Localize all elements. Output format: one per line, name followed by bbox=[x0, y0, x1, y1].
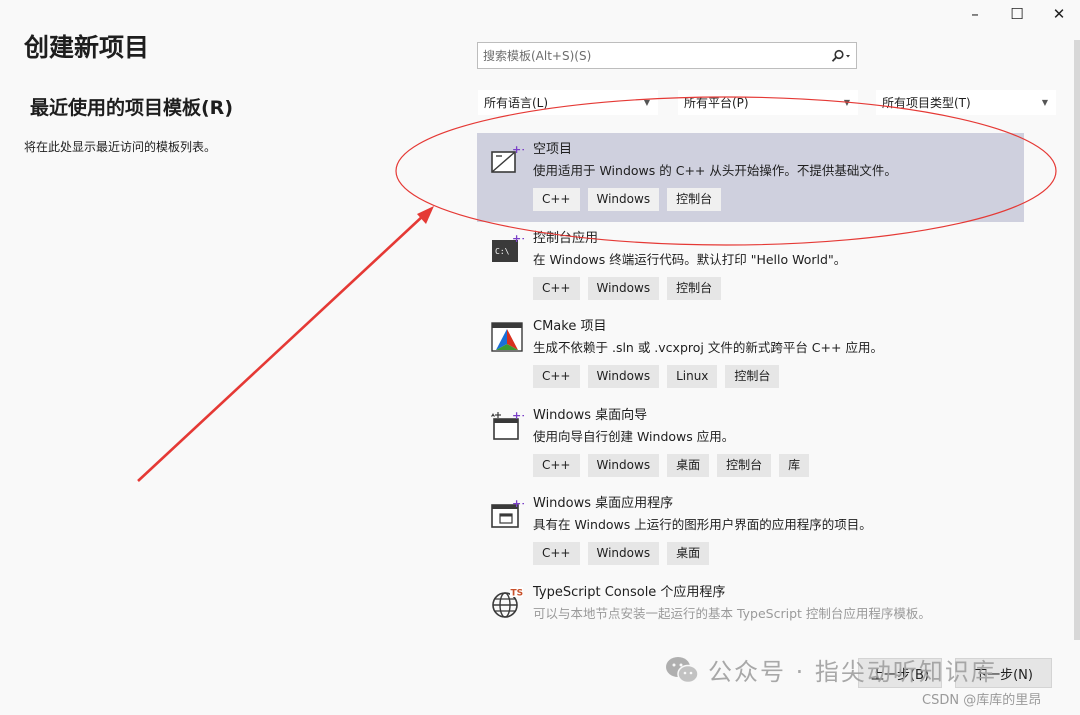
tag-console: 控制台 bbox=[667, 276, 722, 300]
template-tags: C++ Windows 桌面 bbox=[533, 542, 1024, 565]
tag-windows: Windows bbox=[587, 542, 660, 565]
minimize-button[interactable]: – bbox=[954, 2, 996, 26]
platform-filter-label: 所有平台(P) bbox=[684, 96, 749, 110]
template-name: 空项目 bbox=[533, 142, 573, 157]
tag-windows: Windows bbox=[587, 188, 660, 211]
tag-cpp: C++ bbox=[533, 276, 580, 300]
tag-desktop: 桌面 bbox=[667, 453, 710, 477]
template-name: 控制台应用 bbox=[533, 230, 599, 246]
template-description: 具有在 Windows 上运行的图形用户界面的应用程序的项目。 bbox=[533, 517, 872, 532]
template-item-desktop-app[interactable]: ++ Windows 桌面应用程序 具有在 Windows 上运行的图形用户界面… bbox=[477, 487, 1024, 576]
tag-windows: Windows bbox=[587, 276, 660, 300]
page-title: 创建新项目 bbox=[24, 33, 150, 62]
tag-console: 控制台 bbox=[667, 188, 722, 211]
console-app-icon: C:\ ++ bbox=[492, 232, 524, 262]
template-tags: C++ Windows 控制台 bbox=[533, 276, 1024, 300]
maximize-button[interactable]: ☐ bbox=[996, 2, 1038, 26]
template-name: Windows 桌面向导 bbox=[533, 407, 648, 423]
svg-text:++: ++ bbox=[512, 497, 524, 510]
chevron-down-icon: ▼ bbox=[843, 98, 850, 107]
template-name: CMake 项目 bbox=[533, 319, 607, 334]
tag-linux: Linux bbox=[667, 365, 718, 388]
template-description: 生成不依赖于 .sln 或 .vcxproj 文件的新式跨平台 C++ 应用。 bbox=[533, 340, 883, 355]
project-type-filter-dropdown[interactable]: 所有项目类型(T) ▼ bbox=[876, 90, 1056, 115]
typescript-globe-icon: TS bbox=[492, 586, 524, 618]
chevron-down-icon: ▼ bbox=[643, 98, 650, 107]
tag-library: 库 bbox=[779, 453, 810, 477]
template-item-console-app[interactable]: C:\ ++ 控制台应用 在 Windows 终端运行代码。默认打印 "Hell… bbox=[477, 222, 1024, 311]
template-tags: C++ Windows Linux 控制台 bbox=[533, 365, 1024, 388]
tag-cpp: C++ bbox=[533, 188, 580, 211]
tag-windows: Windows bbox=[587, 453, 660, 477]
svg-text:TS: TS bbox=[511, 588, 524, 598]
annotation-arrow-line bbox=[137, 214, 425, 482]
window-controls: – ☐ ✕ bbox=[954, 2, 1080, 26]
platform-filter-dropdown[interactable]: 所有平台(P) ▼ bbox=[678, 90, 858, 115]
template-item-typescript-console[interactable]: TS TypeScript Console 个应用程序 可以与本地节点安装一起运… bbox=[477, 576, 1024, 665]
template-description: 在 Windows 终端运行代码。默认打印 "Hello World"。 bbox=[533, 251, 847, 267]
scrollbar[interactable] bbox=[1074, 40, 1080, 640]
template-description: 可以与本地节点安装一起运行的基本 TypeScript 控制台应用程序模板。 bbox=[533, 605, 931, 621]
close-button[interactable]: ✕ bbox=[1038, 2, 1080, 26]
template-description: 使用向导自行创建 Windows 应用。 bbox=[533, 428, 735, 444]
cmake-icon bbox=[491, 322, 523, 352]
watermark-text: 公众号 · 指尖动听知识库 bbox=[708, 658, 997, 686]
csdn-watermark: CSDN @库库的里昂 bbox=[922, 693, 1042, 708]
tag-console: 控制台 bbox=[717, 453, 772, 477]
recent-templates-heading: 最近使用的项目模板(R) bbox=[30, 97, 233, 119]
tag-desktop: 桌面 bbox=[667, 542, 710, 565]
tag-cpp: C++ bbox=[533, 542, 580, 565]
svg-text:++: ++ bbox=[512, 232, 524, 245]
desktop-app-icon: ++ bbox=[491, 497, 524, 528]
language-filter-dropdown[interactable]: 所有语言(L) ▼ bbox=[478, 90, 658, 115]
project-type-filter-label: 所有项目类型(T) bbox=[882, 96, 971, 110]
template-description: 使用适用于 Windows 的 C++ 从头开始操作。不提供基础文件。 bbox=[533, 163, 897, 178]
template-item-empty-project[interactable]: ++ 空项目 使用适用于 Windows 的 C++ 从头开始操作。不提供基础文… bbox=[477, 133, 1024, 222]
search-input[interactable] bbox=[478, 43, 826, 68]
tag-cpp: C++ bbox=[533, 453, 580, 477]
template-tags: C++ Windows 桌面 控制台 库 bbox=[533, 453, 1024, 477]
template-search-box[interactable] bbox=[477, 42, 857, 69]
svg-text:++: ++ bbox=[512, 143, 524, 156]
recent-templates-empty-text: 将在此处显示最近访问的模板列表。 bbox=[24, 140, 217, 154]
template-name: TypeScript Console 个应用程序 bbox=[533, 584, 726, 600]
template-item-cmake[interactable]: CMake 项目 生成不依赖于 .sln 或 .vcxproj 文件的新式跨平台… bbox=[477, 310, 1024, 399]
watermark: 公众号 · 指尖动听知识库 bbox=[664, 652, 997, 687]
desktop-wizard-icon: ++ bbox=[491, 409, 524, 440]
template-list: ++ 空项目 使用适用于 Windows 的 C++ 从头开始操作。不提供基础文… bbox=[477, 133, 1024, 664]
svg-text:++: ++ bbox=[512, 409, 524, 422]
search-icon[interactable] bbox=[826, 49, 856, 63]
svg-text:C:\: C:\ bbox=[495, 247, 510, 256]
template-name: Windows 桌面应用程序 bbox=[533, 496, 674, 511]
tag-console: 控制台 bbox=[725, 365, 780, 388]
tag-windows: Windows bbox=[587, 365, 660, 388]
chevron-down-icon: ▼ bbox=[1041, 98, 1048, 107]
tag-cpp: C++ bbox=[533, 365, 580, 388]
empty-project-icon: ++ bbox=[491, 143, 524, 173]
annotation-arrow-head bbox=[417, 206, 434, 224]
language-filter-label: 所有语言(L) bbox=[484, 96, 549, 110]
template-tags: C++ Windows 控制台 bbox=[533, 188, 1024, 211]
wechat-logo-icon bbox=[666, 656, 699, 683]
template-item-desktop-wizard[interactable]: ++ Windows 桌面向导 使用向导自行创建 Windows 应用。 C++… bbox=[477, 399, 1024, 488]
